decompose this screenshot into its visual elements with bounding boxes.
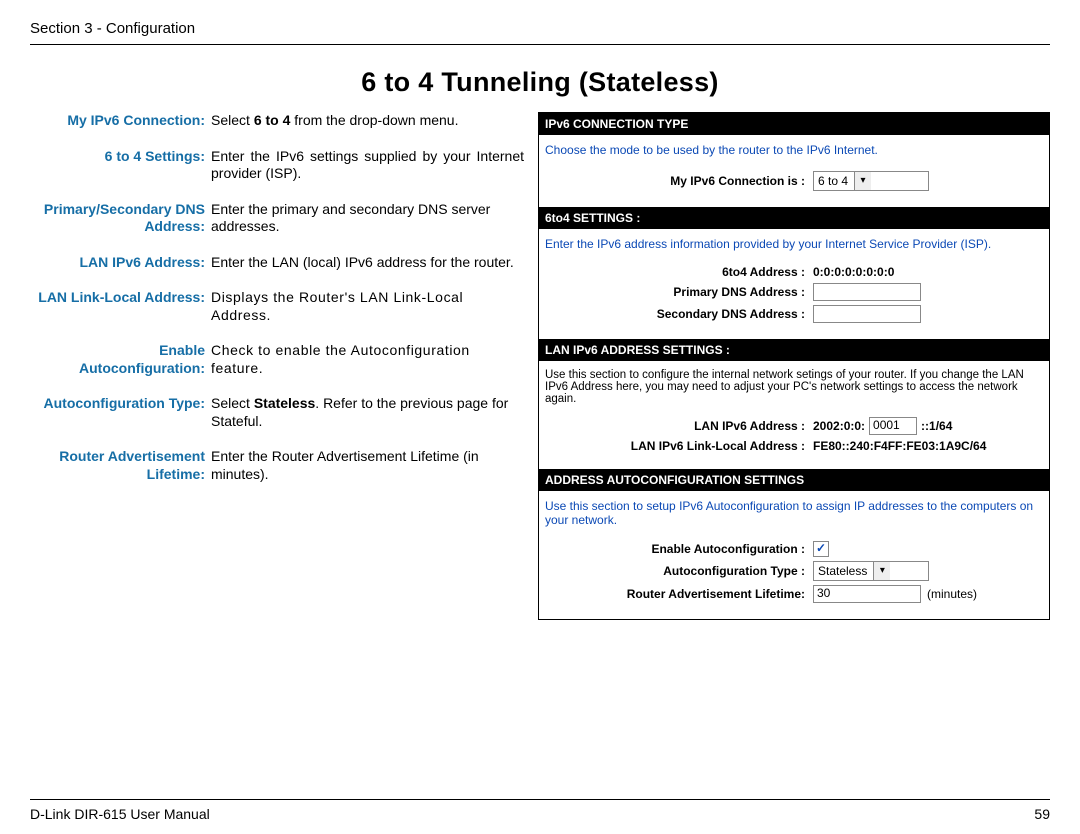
def-label-5: LAN Link-Local Address: bbox=[30, 289, 211, 324]
input-lan-ipv6-subnet[interactable]: 0001 bbox=[869, 417, 917, 435]
def-desc-5: Displays the Router's LAN Link-Local Add… bbox=[211, 289, 524, 324]
lan-ipv6-prefix: 2002:0:0: bbox=[813, 419, 865, 433]
msg-ipv6-conn-type: Choose the mode to be used by the router… bbox=[539, 135, 1049, 165]
bar-6to4-settings: 6to4 SETTINGS : bbox=[539, 207, 1049, 229]
def-desc-8: Enter the Router Advertisement Lifetime … bbox=[211, 448, 524, 483]
def-desc-6: Check to enable the Autoconfiguration fe… bbox=[211, 342, 524, 377]
dropdown-value: 6 to 4 bbox=[818, 174, 848, 188]
checkbox-enable-autoconf[interactable]: ✓ bbox=[813, 541, 829, 557]
chevron-down-icon: ▾ bbox=[854, 172, 871, 190]
label-lan-link-local: LAN IPv6 Link-Local Address : bbox=[545, 439, 813, 453]
def-desc-2: Enter the IPv6 settings supplied by your… bbox=[211, 148, 524, 183]
def-desc-1: Select 6 to 4 from the drop-down menu. bbox=[211, 112, 524, 130]
bar-ipv6-conn-type: IPv6 CONNECTION TYPE bbox=[539, 113, 1049, 135]
header-rule bbox=[30, 44, 1050, 45]
section-header: Section 3 - Configuration bbox=[30, 20, 1050, 37]
chevron-down-icon: ▾ bbox=[873, 562, 890, 580]
label-secondary-dns: Secondary DNS Address : bbox=[545, 307, 813, 321]
bar-autoconf: ADDRESS AUTOCONFIGURATION SETTINGS bbox=[539, 469, 1049, 491]
label-enable-autoconf: Enable Autoconfiguration : bbox=[545, 542, 813, 556]
def-label-3: Primary/Secondary DNS Address: bbox=[30, 201, 211, 236]
footer-manual: D-Link DIR-615 User Manual bbox=[30, 806, 210, 822]
label-lan-ipv6-address: LAN IPv6 Address : bbox=[545, 419, 813, 433]
input-secondary-dns[interactable] bbox=[813, 305, 921, 323]
label-autoconf-type: Autoconfiguration Type : bbox=[545, 564, 813, 578]
dropdown-ipv6-connection[interactable]: 6 to 4 ▾ bbox=[813, 171, 929, 191]
def-label-4: LAN IPv6 Address: bbox=[30, 254, 211, 272]
label-minutes: (minutes) bbox=[927, 587, 977, 601]
def-desc-7: Select Stateless. Refer to the previous … bbox=[211, 395, 524, 430]
label-my-ipv6-conn: My IPv6 Connection is : bbox=[545, 174, 813, 188]
dropdown-value-autoconf: Stateless bbox=[818, 564, 867, 578]
msg-6to4-settings: Enter the IPv6 address information provi… bbox=[539, 229, 1049, 259]
label-router-adv-lifetime: Router Advertisement Lifetime: bbox=[545, 587, 813, 601]
def-label-8: Router Advertisement Lifetime: bbox=[30, 448, 211, 483]
def-desc-4: Enter the LAN (local) IPv6 address for t… bbox=[211, 254, 524, 272]
msg-autoconf: Use this section to setup IPv6 Autoconfi… bbox=[539, 491, 1049, 535]
value-6to4-address: 0:0:0:0:0:0:0:0 bbox=[813, 265, 894, 279]
def-desc-3: Enter the primary and secondary DNS serv… bbox=[211, 201, 524, 236]
def-label-2: 6 to 4 Settings: bbox=[30, 148, 211, 183]
def-label-1: My IPv6 Connection: bbox=[30, 112, 211, 130]
footer-rule bbox=[30, 799, 1050, 800]
lan-ipv6-suffix: ::1/64 bbox=[921, 419, 952, 433]
label-6to4-address: 6to4 Address : bbox=[545, 265, 813, 279]
value-lan-link-local: FE80::240:F4FF:FE03:1A9C/64 bbox=[813, 439, 986, 453]
input-primary-dns[interactable] bbox=[813, 283, 921, 301]
footer-page: 59 bbox=[1034, 806, 1050, 822]
bar-lan-ipv6: LAN IPv6 ADDRESS SETTINGS : bbox=[539, 339, 1049, 361]
page-title: 6 to 4 Tunneling (Stateless) bbox=[30, 67, 1050, 98]
note-lan-ipv6: Use this section to configure the intern… bbox=[539, 361, 1049, 411]
def-label-6: Enable Autoconfiguration: bbox=[30, 342, 211, 377]
input-router-adv-lifetime[interactable]: 30 bbox=[813, 585, 921, 603]
dropdown-autoconf-type[interactable]: Stateless ▾ bbox=[813, 561, 929, 581]
label-primary-dns: Primary DNS Address : bbox=[545, 285, 813, 299]
def-label-7: Autoconfiguration Type: bbox=[30, 395, 211, 430]
